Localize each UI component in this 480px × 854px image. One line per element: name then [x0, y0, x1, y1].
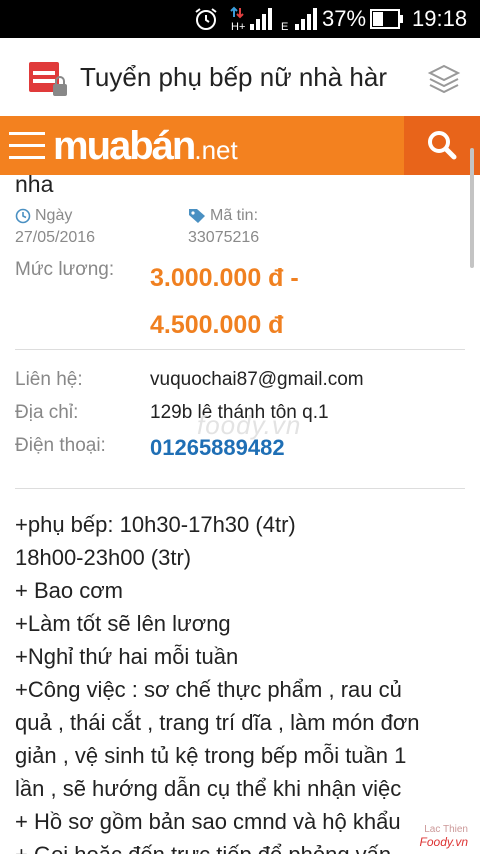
search-icon [428, 131, 457, 160]
date-value: 27/05/2016 [15, 229, 96, 246]
salary-line2: 4.500.000 đ [150, 311, 284, 339]
clock: 19:18 [412, 6, 468, 31]
corner-watermark: Lac Thien Foody.vn [419, 824, 468, 849]
clock-icon [15, 208, 31, 224]
logo-brand: muabán [53, 124, 196, 168]
description-line: giản , vệ sinh tủ kệ trong bếp mỗi tuần … [15, 743, 407, 768]
battery-percent: 37% [322, 6, 367, 31]
description-line: 18h00-23h00 (3tr) [15, 545, 192, 570]
listing-content: nha Ngày 27/05/2016 Mã tin: 33075216 Mức… [0, 175, 480, 854]
address-label: Địa chỉ: [15, 402, 79, 423]
date-label: Ngày [35, 207, 73, 224]
description-line: + Gọi hoặc đến trực tiếp để phỏng vấn [15, 838, 470, 854]
phone-link[interactable]: 01265889482 [150, 435, 285, 461]
menu-icon[interactable] [9, 132, 45, 160]
contact-label: Liên hệ: [15, 369, 83, 390]
site-logo[interactable]: muabán.net [53, 120, 238, 170]
id-meta: Mã tin: 33075216 [188, 205, 259, 249]
app-title-bar: Tuyển phụ bếp nữ nhà hàr [0, 38, 480, 116]
description-line: + Bao cơm [15, 578, 123, 603]
status-bar: H+ E 37% 19:18 [0, 0, 480, 38]
description-line: +Công việc : sơ chế thực phẩm , rau củ [15, 677, 402, 702]
battery-icon [370, 9, 403, 29]
logo-tld: .net [194, 135, 238, 165]
phone-label: Điện thoại: [15, 435, 106, 456]
description-line: + Hồ sơ gồm bản sao cmnd và hộ khẩu [15, 809, 401, 834]
description-line: +phụ bếp: 10h30-17h30 (4tr) [15, 512, 296, 537]
layers-icon[interactable] [427, 62, 461, 96]
app-icon[interactable] [27, 60, 71, 100]
listing-title-tail: nha [15, 175, 54, 197]
h-plus-signal-icon: H+ [230, 6, 272, 32]
alarm-icon [195, 8, 217, 30]
divider [15, 349, 465, 350]
job-description: +phụ bếp: 10h30-17h30 (4tr) 18h00-23h00 (… [15, 508, 470, 854]
svg-text:H+: H+ [231, 21, 245, 32]
page-title: Tuyển phụ bếp nữ nhà hàr [80, 62, 387, 92]
description-line: quả , thái cắt , trang trí dĩa , làm món… [15, 710, 420, 735]
id-value: 33075216 [188, 229, 260, 246]
tag-icon [189, 209, 205, 223]
description-line: +Nghỉ thứ hai mỗi tuần [15, 644, 239, 669]
site-header: muabán.net [0, 116, 480, 175]
salary-value: 3.000.000 đ - 4.500.000 đ [150, 255, 470, 349]
search-button[interactable] [404, 116, 480, 175]
e-signal-icon: E [281, 8, 317, 32]
description-line: +Làm tốt sẽ lên lương [15, 611, 231, 636]
contact-value[interactable]: vuquochai87@gmail.com [150, 369, 364, 391]
description-line: lần , sẽ hướng dẫn cụ thể khi nhận việc [15, 776, 402, 801]
date-meta: Ngày 27/05/2016 [15, 205, 95, 249]
salary-label: Mức lương: [15, 259, 115, 280]
svg-text:E: E [281, 21, 288, 32]
divider [15, 488, 465, 489]
id-label: Mã tin: [210, 207, 259, 224]
salary-line1: 3.000.000 đ - [150, 264, 299, 292]
